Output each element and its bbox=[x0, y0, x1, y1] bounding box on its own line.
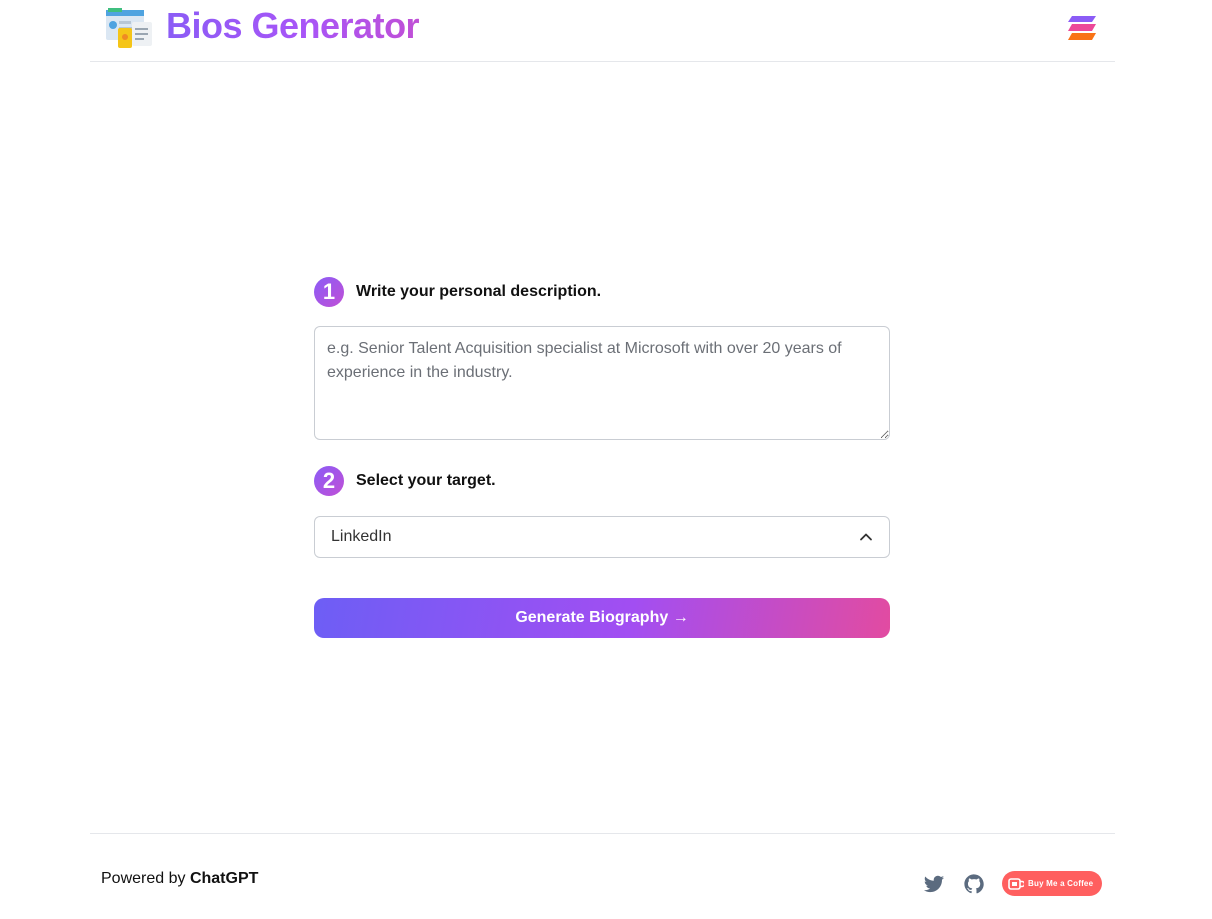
twitter-icon[interactable] bbox=[923, 873, 945, 895]
powered-by: Powered by ChatGPT bbox=[101, 870, 258, 888]
step-2: 2 Select your target. bbox=[314, 466, 496, 496]
description-input[interactable] bbox=[314, 326, 890, 440]
github-icon[interactable] bbox=[963, 873, 985, 895]
step-1: 1 Write your personal description. bbox=[314, 277, 601, 307]
powered-by-link[interactable]: ChatGPT bbox=[190, 870, 258, 887]
step-2-label: Select your target. bbox=[356, 472, 496, 489]
footer: Powered by ChatGPT Buy Me a Coffee bbox=[90, 833, 1115, 919]
coffee-cup-icon bbox=[1008, 877, 1024, 890]
buy-me-a-coffee-label: Buy Me a Coffee bbox=[1028, 879, 1094, 888]
step-1-label: Write your personal description. bbox=[356, 283, 602, 300]
header: Bios Generator bbox=[90, 0, 1115, 62]
target-select-value: LinkedIn bbox=[331, 528, 392, 545]
step-1-number: 1 bbox=[314, 277, 344, 307]
buy-me-a-coffee-button[interactable]: Buy Me a Coffee bbox=[1002, 871, 1102, 896]
app-logo-icon[interactable] bbox=[104, 6, 154, 50]
app-title: Bios Generator bbox=[166, 5, 420, 46]
powered-by-prefix: Powered by bbox=[101, 870, 186, 887]
menu-stack-icon[interactable] bbox=[1066, 14, 1098, 42]
step-2-number: 2 bbox=[314, 466, 344, 496]
target-select[interactable]: LinkedIn bbox=[314, 516, 890, 558]
generate-biography-button[interactable]: Generate Biography → bbox=[314, 598, 890, 638]
chevron-up-icon bbox=[860, 533, 872, 541]
